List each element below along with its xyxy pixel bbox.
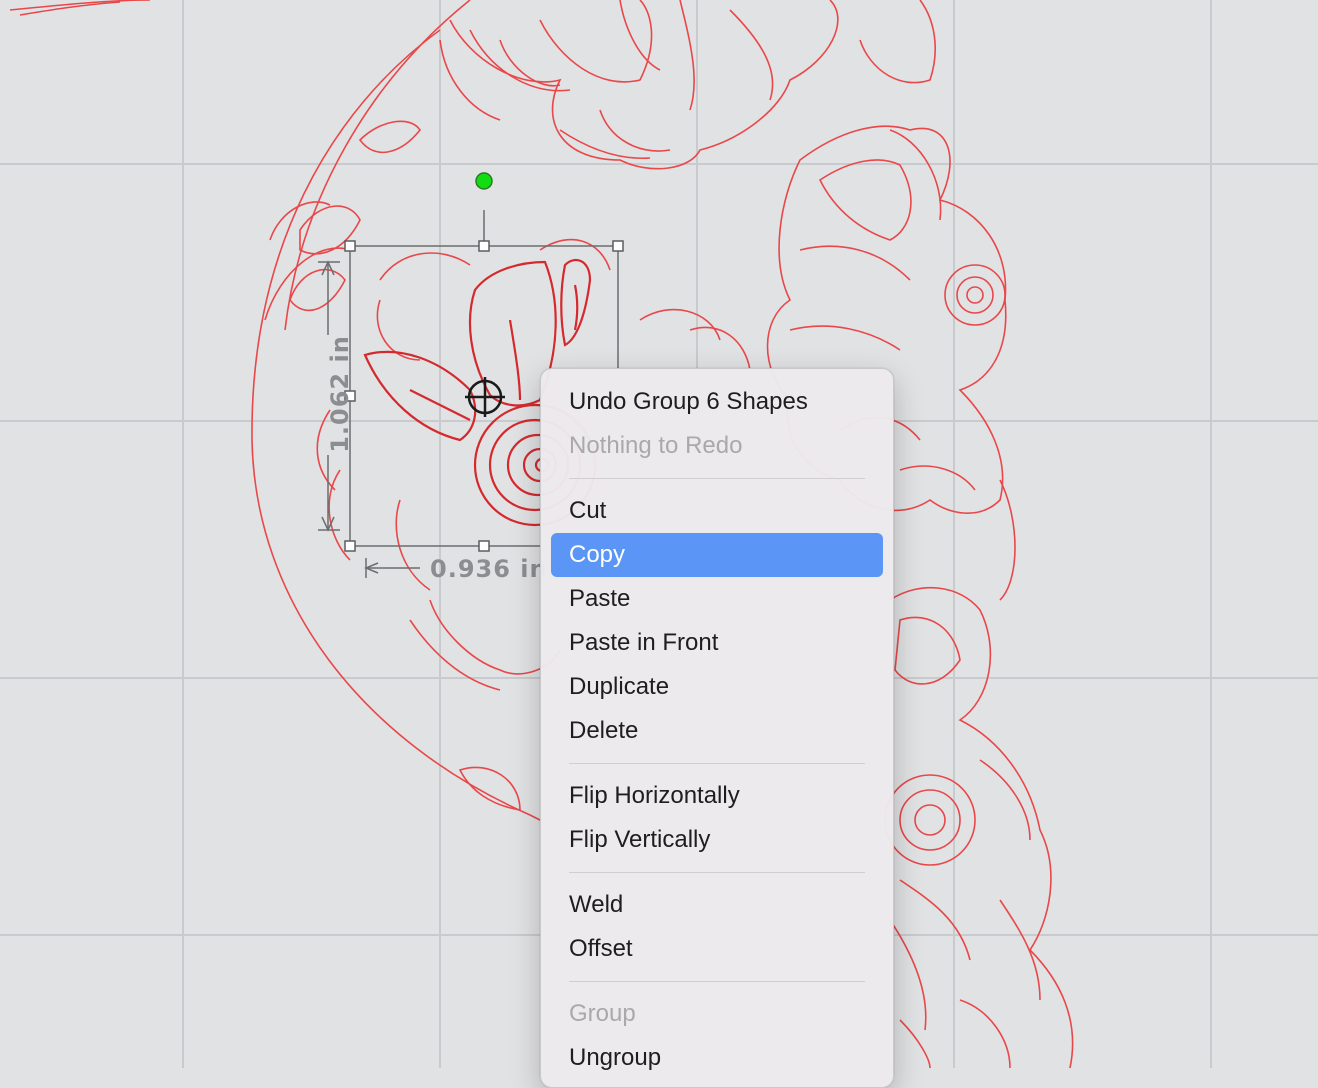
rotate-handle[interactable]	[475, 172, 493, 190]
context-menu[interactable]: Undo Group 6 Shapes Nothing to Redo Cut …	[540, 368, 894, 1088]
menu-item-offset[interactable]: Offset	[551, 927, 883, 971]
menu-separator	[569, 872, 865, 873]
width-dimension-line	[364, 558, 420, 578]
menu-item-paste-in-front[interactable]: Paste in Front	[551, 621, 883, 665]
menu-item-paste[interactable]: Paste	[551, 577, 883, 621]
menu-item-delete[interactable]: Delete	[551, 709, 883, 753]
menu-item-undo[interactable]: Undo Group 6 Shapes	[551, 380, 883, 424]
menu-item-ungroup[interactable]: Ungroup	[551, 1036, 883, 1080]
menu-separator	[569, 478, 865, 479]
menu-separator	[569, 763, 865, 764]
height-dimension-label: 1.062 in	[326, 335, 354, 453]
menu-item-flip-horizontally[interactable]: Flip Horizontally	[551, 774, 883, 818]
menu-item-copy[interactable]: Copy	[551, 533, 883, 577]
menu-item-group: Group	[569, 1000, 636, 1027]
menu-item-flip-vertically[interactable]: Flip Vertically	[551, 818, 883, 862]
menu-separator	[569, 981, 865, 982]
crosshair-cursor-icon	[465, 377, 505, 417]
width-dimension-label: 0.936 in	[430, 555, 548, 583]
menu-item-weld[interactable]: Weld	[551, 883, 883, 927]
menu-item-redo: Nothing to Redo	[569, 432, 743, 459]
menu-item-cut[interactable]: Cut	[551, 489, 883, 533]
menu-item-duplicate[interactable]: Duplicate	[551, 665, 883, 709]
